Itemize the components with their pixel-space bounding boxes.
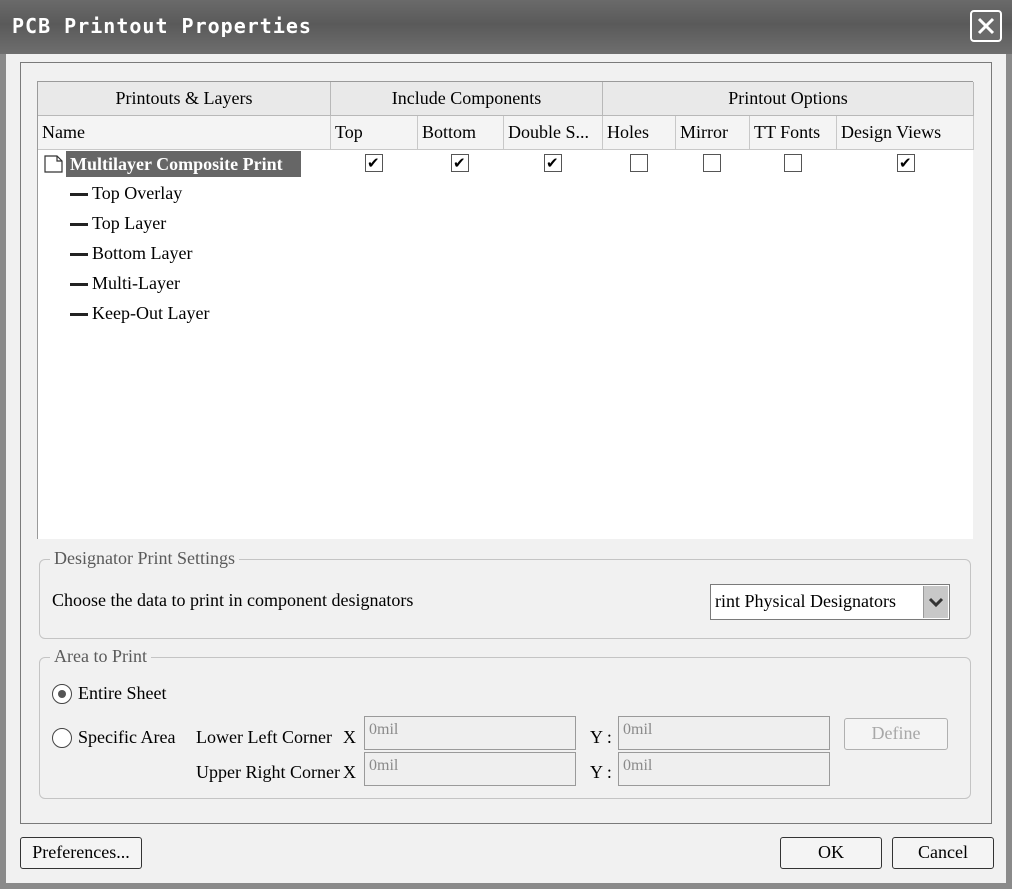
- checkbox-mirror[interactable]: [703, 154, 721, 172]
- upper-right-y-label: Y :: [590, 762, 612, 782]
- printout-name: Multilayer Composite Print: [66, 151, 301, 177]
- chevron-down-icon: [928, 597, 944, 608]
- column-header-top[interactable]: Top: [331, 116, 418, 150]
- designator-settings-group: Designator Print Settings Choose the dat…: [39, 548, 971, 639]
- area-to-print-group: Area to Print Entire Sheet Specific Area…: [39, 646, 971, 799]
- checkmark-icon: ✔: [546, 154, 559, 172]
- area-group-title: Area to Print: [50, 646, 151, 667]
- column-header-name[interactable]: Name: [38, 116, 331, 150]
- dialog-client: Printouts & Layers Include Components Pr…: [6, 54, 1006, 883]
- group-header-components: Include Components: [331, 82, 603, 116]
- checkmark-icon: ✔: [367, 154, 380, 172]
- layer-line-icon: [70, 253, 88, 257]
- upper-right-y-field[interactable]: 0mil: [618, 752, 830, 786]
- layer-item[interactable]: Keep-Out Layer: [70, 298, 209, 328]
- entire-sheet-radio[interactable]: [52, 684, 72, 704]
- checkbox-tt-fonts[interactable]: [784, 154, 802, 172]
- column-header-design-views[interactable]: Design Views: [837, 116, 974, 150]
- layer-item[interactable]: Multi-Layer: [70, 268, 180, 298]
- layer-line-icon: [70, 223, 88, 227]
- specific-area-label[interactable]: Specific Area: [78, 727, 175, 748]
- lower-left-x-field[interactable]: 0mil: [364, 716, 576, 750]
- upper-right-label: Upper Right Corner: [196, 762, 340, 782]
- title-bar[interactable]: PCB Printout Properties: [0, 0, 1012, 54]
- lower-left-y-field[interactable]: 0mil: [618, 716, 830, 750]
- content-panel: Printouts & Layers Include Components Pr…: [20, 62, 992, 824]
- window-title: PCB Printout Properties: [12, 14, 312, 38]
- printout-grid[interactable]: Printouts & Layers Include Components Pr…: [37, 81, 974, 539]
- preferences-button[interactable]: Preferences...: [20, 837, 142, 869]
- checkbox-holes[interactable]: [630, 154, 648, 172]
- lower-left-label: Lower Left Corner: [196, 727, 332, 747]
- layer-label: Multi-Layer: [92, 273, 180, 293]
- designator-group-title: Designator Print Settings: [50, 548, 239, 569]
- checkmark-icon: ✔: [899, 154, 912, 172]
- checkbox-top[interactable]: ✔: [365, 154, 383, 172]
- column-header-tt-fonts[interactable]: TT Fonts: [750, 116, 837, 150]
- layer-label: Top Overlay: [92, 183, 183, 203]
- group-header-printouts: Printouts & Layers: [38, 82, 331, 116]
- checkmark-icon: ✔: [453, 154, 466, 172]
- lower-left-x-label: X: [343, 727, 356, 747]
- ok-button[interactable]: OK: [780, 837, 882, 869]
- close-icon: [977, 17, 995, 35]
- designator-label: Choose the data to print in component de…: [52, 590, 414, 610]
- layer-item[interactable]: Bottom Layer: [70, 238, 192, 268]
- checkbox-double-sided[interactable]: ✔: [544, 154, 562, 172]
- layer-item[interactable]: Top Layer: [70, 208, 166, 238]
- layer-label: Bottom Layer: [92, 243, 193, 263]
- column-header-bottom[interactable]: Bottom: [418, 116, 504, 150]
- layer-label: Keep-Out Layer: [92, 303, 210, 323]
- layer-line-icon: [70, 193, 88, 197]
- column-header-holes[interactable]: Holes: [603, 116, 676, 150]
- checkbox-design-views[interactable]: ✔: [897, 154, 915, 172]
- upper-right-x-field[interactable]: 0mil: [364, 752, 576, 786]
- designator-select[interactable]: rint Physical Designators: [710, 584, 950, 620]
- layer-label: Top Layer: [92, 213, 167, 233]
- column-header-double-sided[interactable]: Double S...: [504, 116, 603, 150]
- entire-sheet-label[interactable]: Entire Sheet: [78, 683, 166, 704]
- document-icon: [44, 155, 63, 173]
- designator-select-value: rint Physical Designators: [715, 591, 896, 611]
- dialog-window: PCB Printout Properties Printouts & Laye…: [0, 0, 1012, 889]
- layer-line-icon: [70, 283, 88, 287]
- checkbox-bottom[interactable]: ✔: [451, 154, 469, 172]
- close-button[interactable]: [970, 10, 1002, 42]
- define-button[interactable]: Define: [844, 718, 948, 750]
- group-header-options: Printout Options: [603, 82, 974, 116]
- layer-line-icon: [70, 313, 88, 317]
- column-header-mirror[interactable]: Mirror: [676, 116, 750, 150]
- dropdown-button[interactable]: [923, 586, 948, 618]
- specific-area-radio[interactable]: [52, 728, 72, 748]
- upper-right-x-label: X: [343, 762, 356, 782]
- layer-item[interactable]: Top Overlay: [70, 178, 182, 208]
- cancel-button[interactable]: Cancel: [892, 837, 994, 869]
- lower-left-y-label: Y :: [590, 727, 612, 747]
